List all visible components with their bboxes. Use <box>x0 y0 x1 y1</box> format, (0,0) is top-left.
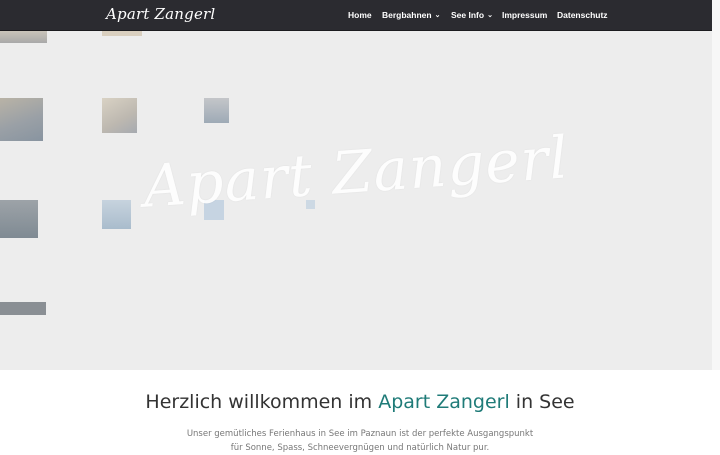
welcome-intro: Unser gemütliches Ferienhaus in See im P… <box>186 429 534 453</box>
hero-photo-tile <box>0 302 46 315</box>
main-nav: Home Bergbahnen ⌄ See Info ⌄ Impressum Dat… <box>0 10 712 24</box>
welcome-section: Herzlich willkommen im Apart Zangerl in … <box>0 371 720 453</box>
hero-photo-tile <box>0 98 43 141</box>
page-edge <box>712 0 720 370</box>
nav-see-info-label: See Info <box>451 10 485 20</box>
heading-suffix: in See <box>509 391 575 413</box>
hero-photo-tile <box>0 31 47 43</box>
hero-section: Apart Zangerl <box>0 31 712 370</box>
nav-see-info[interactable]: See Info ⌄ <box>451 10 493 20</box>
nav-bergbahnen-label: Bergbahnen <box>382 10 432 20</box>
nav-impressum[interactable]: Impressum <box>502 10 547 20</box>
welcome-heading: Herzlich willkommen im Apart Zangerl in … <box>0 391 720 413</box>
heading-prefix: Herzlich willkommen im <box>145 391 379 413</box>
chevron-down-icon: ⌄ <box>434 12 441 19</box>
hero-photo-tile <box>102 98 137 133</box>
site-header: Apart Zangerl Home Bergbahnen ⌄ See Info ⌄… <box>0 0 712 31</box>
heading-accent: Apart Zangerl <box>378 391 510 413</box>
chevron-down-icon: ⌄ <box>487 12 493 19</box>
hero-photo-tile <box>204 98 229 123</box>
nav-home[interactable]: Home <box>348 10 372 20</box>
hero-photo-tile <box>102 31 142 36</box>
nav-bergbahnen[interactable]: Bergbahnen ⌄ <box>382 10 440 20</box>
nav-datenschutz[interactable]: Datenschutz <box>557 10 608 20</box>
